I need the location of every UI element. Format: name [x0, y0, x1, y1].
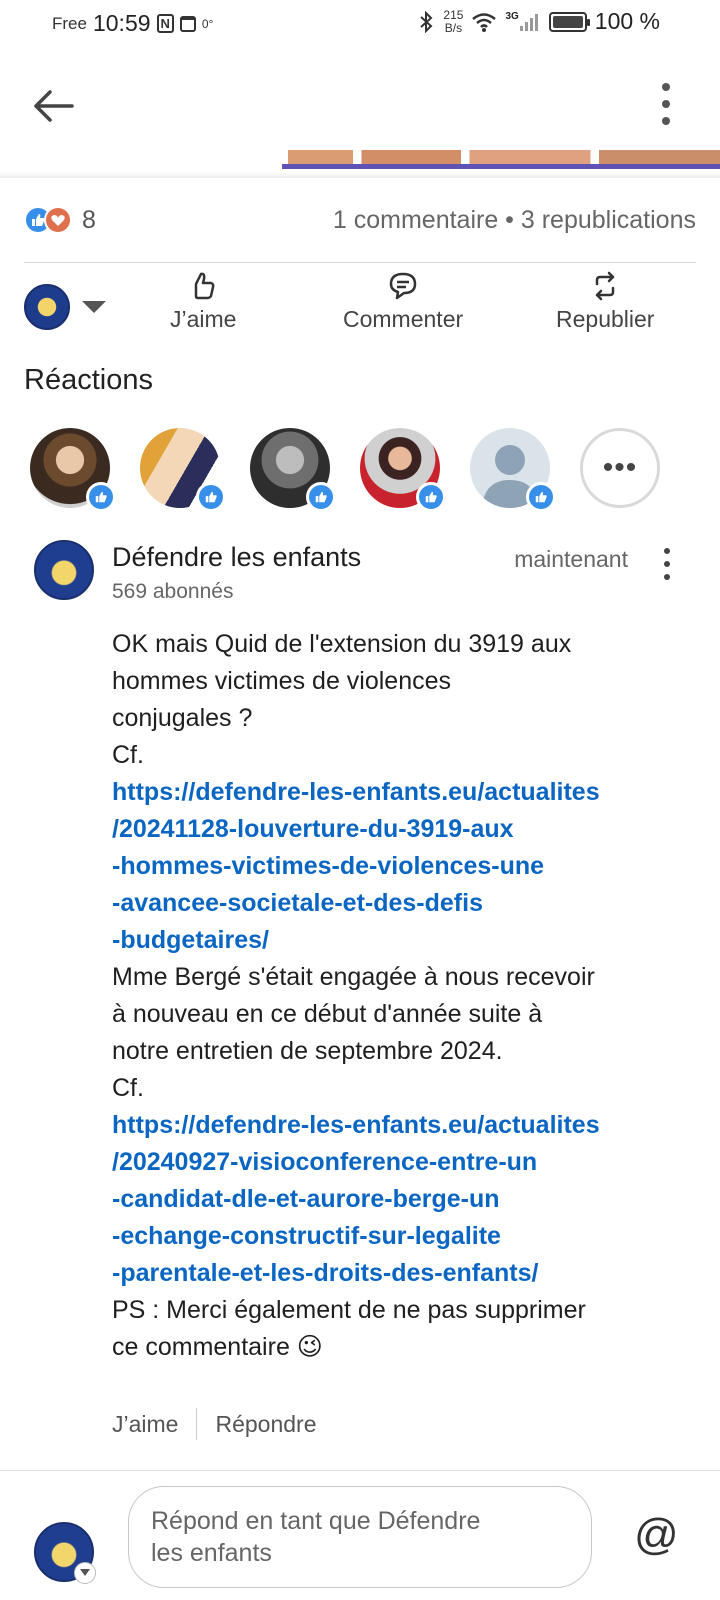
- network-speed: 215 B/s: [443, 7, 464, 35]
- comment-text: Cf.: [112, 1074, 144, 1102]
- back-button[interactable]: [28, 80, 80, 132]
- like-badge-icon: [86, 482, 116, 512]
- post-image-fragment: [288, 150, 720, 164]
- reply-placeholder: Répond en tant que Défendre: [151, 1507, 481, 1535]
- comment-text: OK mais Quid de l'extension du 3919 aux: [112, 630, 572, 658]
- chevron-down-icon: [82, 301, 106, 313]
- comment-body: OK mais Quid de l'extension du 3919 aux …: [112, 626, 692, 1366]
- comment-link-1[interactable]: https://defendre-les-enfants.eu/actualit…: [112, 774, 692, 811]
- dot-icon: [664, 548, 670, 554]
- post-actions: J’aime Commenter Republier: [0, 270, 720, 350]
- comment-actions: J’aime Répondre: [112, 1406, 317, 1442]
- comment-icon: [389, 272, 417, 300]
- reaction-summary[interactable]: 8: [24, 206, 96, 235]
- reactions-title: Réactions: [24, 364, 153, 396]
- comment-link-2[interactable]: -parentale-et-les-droits-des-enfants/: [112, 1255, 692, 1292]
- social-counts: 8 1 commentaire • 3 republications: [24, 200, 696, 240]
- post-image-border: [282, 164, 720, 169]
- mention-button[interactable]: @: [634, 1510, 679, 1560]
- battery-icon: [548, 11, 590, 32]
- calendar-icon: [179, 15, 196, 32]
- comment-text: Mme Bergé s'était engagée à nous recevoi…: [112, 963, 595, 991]
- post-image-bottom-edge: [0, 150, 720, 178]
- separator: [196, 1408, 198, 1440]
- like-badge-icon: [306, 482, 336, 512]
- comment-link-1[interactable]: -avancee-societale-et-des-defis: [112, 885, 692, 922]
- app-bar: [0, 52, 720, 157]
- bluetooth-icon: [420, 10, 433, 33]
- comment-link-2[interactable]: https://defendre-les-enfants.eu/actualit…: [112, 1107, 692, 1144]
- chevron-down-icon: [74, 1562, 96, 1584]
- like-label: J’aime: [170, 306, 237, 332]
- dot-icon: [662, 99, 670, 108]
- arrow-left-icon: [34, 90, 74, 122]
- signal-icon: [519, 13, 538, 31]
- comment-text: à nouveau en ce début d'année suite à: [112, 1000, 543, 1028]
- reply-input[interactable]: Répond en tant que Défendre les enfants: [128, 1486, 592, 1588]
- comment-more-button[interactable]: [662, 548, 672, 580]
- reactor-avatar[interactable]: [30, 428, 116, 512]
- reaction-count: 8: [82, 205, 96, 234]
- reactors-list: •••: [30, 428, 690, 518]
- carrier-label: Free: [52, 13, 87, 33]
- wifi-icon: [472, 12, 497, 32]
- status-bar: Free 10:59 N 0° 215 B/s 3G 100 %: [0, 0, 720, 50]
- dot-icon: [664, 574, 670, 580]
- comment-link-1[interactable]: /20241128-louverture-du-3919-aux: [112, 811, 692, 848]
- more-reactors-button[interactable]: •••: [580, 428, 660, 508]
- dot-icon: [662, 82, 670, 91]
- reply-placeholder: les enfants: [151, 1539, 272, 1567]
- comment-text: hommes victimes de violences: [112, 667, 452, 695]
- actor-selector[interactable]: [24, 284, 106, 330]
- comment-text: PS : Merci également de ne pas supprimer: [112, 1296, 586, 1324]
- repost-icon: [595, 271, 615, 301]
- repost-label: Republier: [556, 306, 655, 332]
- repost-button[interactable]: Republier: [556, 270, 654, 333]
- comment-text: conjugales ?: [112, 704, 253, 732]
- love-reaction-icon: [44, 206, 72, 234]
- comment-link-1[interactable]: -budgetaires/: [112, 922, 692, 959]
- comment-link-2[interactable]: -candidat-dle-et-aurore-berge-un: [112, 1181, 692, 1218]
- avatar: [24, 284, 70, 330]
- comment-timestamp: maintenant: [514, 546, 628, 572]
- temperature-label: 0°: [201, 16, 214, 31]
- comment-reply-button[interactable]: Répondre: [215, 1411, 316, 1438]
- clock: 10:59: [92, 10, 151, 36]
- like-badge-icon: [196, 482, 226, 512]
- comment-text: ce commentaire 😉: [112, 1333, 323, 1361]
- network-type-label: 3G: [505, 11, 519, 22]
- nfc-icon: N: [156, 14, 174, 33]
- like-badge-icon: [526, 482, 556, 512]
- comments-reposts-count[interactable]: 1 commentaire • 3 republications: [333, 206, 696, 235]
- comment-button[interactable]: Commenter: [343, 270, 463, 333]
- more-options-button[interactable]: [654, 78, 678, 130]
- status-bar-left: Free 10:59 N 0°: [52, 10, 213, 37]
- dot-icon: [664, 561, 670, 567]
- comment-text: Cf.: [112, 741, 144, 769]
- reactor-avatar[interactable]: [250, 428, 336, 512]
- comment-link-2[interactable]: /20240927-visioconference-entre-un: [112, 1144, 692, 1181]
- comment-link-1[interactable]: -hommes-victimes-de-violences-une: [112, 848, 692, 885]
- battery-percent: 100 %: [594, 8, 660, 34]
- comment-author-avatar[interactable]: [34, 540, 94, 600]
- comment-label: Commenter: [343, 306, 464, 332]
- reply-actor-avatar[interactable]: [34, 1522, 96, 1584]
- comment-text: notre entretien de septembre 2024.: [112, 1037, 503, 1065]
- divider: [0, 1470, 720, 1471]
- dot-icon: [662, 117, 670, 126]
- divider: [24, 262, 696, 263]
- thumbs-up-icon: [194, 272, 215, 300]
- reactor-avatar[interactable]: [360, 428, 446, 512]
- comment-author-name[interactable]: Défendre les enfants: [112, 542, 361, 573]
- network-speed-unit: B/s: [444, 20, 463, 35]
- reactor-avatar[interactable]: [140, 428, 226, 512]
- reactor-avatar[interactable]: [470, 428, 556, 512]
- network-speed-value: 215: [443, 7, 464, 22]
- like-badge-icon: [416, 482, 446, 512]
- like-button[interactable]: J’aime: [170, 270, 236, 333]
- status-bar-right: 215 B/s 3G 100 %: [417, 8, 660, 35]
- comment-link-2[interactable]: -echange-constructif-sur-legalite: [112, 1218, 692, 1255]
- comment-author-followers: 569 abonnés: [112, 580, 234, 603]
- comment-like-button[interactable]: J’aime: [112, 1411, 178, 1438]
